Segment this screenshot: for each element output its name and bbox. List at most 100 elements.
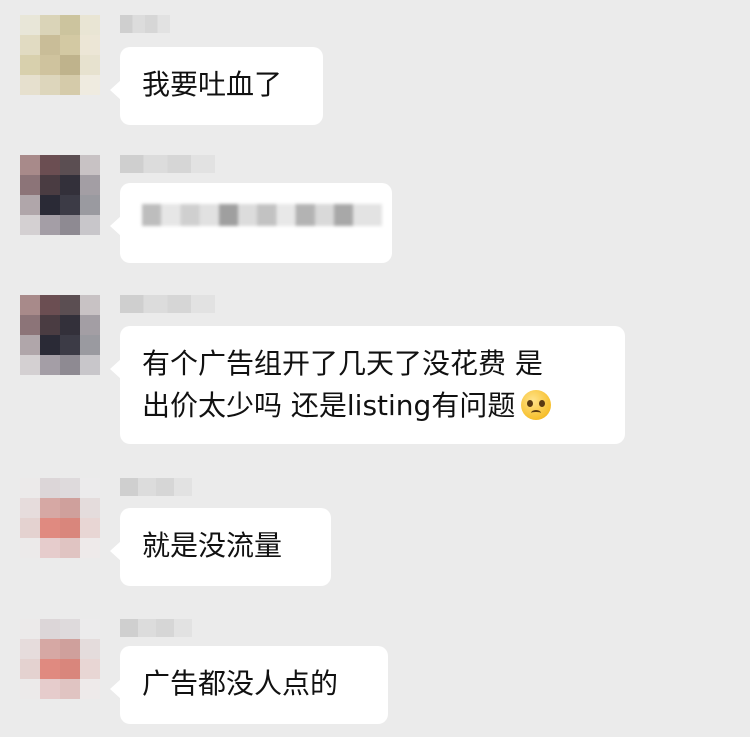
avatar-pixel [60,518,80,538]
avatar-pixel [40,619,60,639]
avatar-pixel [20,659,40,679]
avatar[interactable] [20,295,100,375]
avatar-pixel [80,659,100,679]
avatar-pixel [20,335,40,355]
message-text-line-1: 有个广告组开了几天了没花费 是 [142,347,543,380]
avatar-pixel [20,195,40,215]
avatar-pixel [60,75,80,95]
avatar-pixel [60,355,80,375]
message-bubble[interactable] [110,183,392,263]
avatar-pixel [60,195,80,215]
message-text-line-2-text: 出价太少吗 还是listing有问题 [142,389,516,422]
avatar-pixel [60,175,80,195]
avatar-pixel [60,335,80,355]
avatar[interactable] [20,478,100,558]
avatar-pixel [60,619,80,639]
sender-name-blurred [120,619,192,637]
sender-name-blurred [120,478,192,496]
message-bubble[interactable]: 广告都没人点的 [110,646,388,724]
avatar-pixel [20,498,40,518]
message-bubble[interactable]: 我要吐血了 [110,47,323,125]
avatar-pixel [20,518,40,538]
sender-name-blurred [120,15,170,33]
avatar-pixel [20,215,40,235]
avatar-pixel [80,679,100,699]
message-bubble[interactable]: 有个广告组开了几天了没花费 是 出价太少吗 还是listing有问题 [110,326,625,444]
avatar-pixel [20,175,40,195]
pleading-face-emoji-icon [521,390,552,420]
avatar-pixel [60,55,80,75]
avatar-pixel [20,35,40,55]
avatar-pixel [80,295,100,315]
avatar-pixel [60,498,80,518]
message-text-line-2: 出价太少吗 还是listing有问题 [142,385,603,427]
avatar-pixel [40,15,60,35]
avatar-pixel [40,639,60,659]
avatar-pixel [80,478,100,498]
avatar-pixel [40,195,60,215]
avatar-pixel [20,15,40,35]
avatar-pixel [60,639,80,659]
avatar-pixel [20,295,40,315]
avatar-pixel [80,538,100,558]
avatar-pixel [80,195,100,215]
avatar-pixel [20,315,40,335]
avatar-pixel [40,295,60,315]
avatar-pixel [80,335,100,355]
avatar-pixel [40,175,60,195]
avatar-pixel [20,478,40,498]
avatar-pixel [40,498,60,518]
avatar-pixel [80,355,100,375]
avatar[interactable] [20,155,100,235]
avatar-pixel [60,215,80,235]
avatar-pixel [80,498,100,518]
avatar-pixel [40,538,60,558]
avatar-pixel [60,679,80,699]
avatar-pixel [60,478,80,498]
avatar-pixel [40,155,60,175]
avatar[interactable] [20,15,100,95]
avatar-pixel [40,679,60,699]
avatar-pixel [40,478,60,498]
avatar-pixel [80,35,100,55]
avatar-pixel [40,315,60,335]
avatar-pixel [60,155,80,175]
message-text: 就是没流量 [142,529,283,562]
avatar-pixel [20,155,40,175]
avatar-pixel [20,55,40,75]
avatar-pixel [60,538,80,558]
avatar-pixel [20,75,40,95]
avatar-pixel [60,295,80,315]
avatar-pixel [80,75,100,95]
message-bubble[interactable]: 就是没流量 [110,508,331,586]
avatar-pixel [80,155,100,175]
avatar-pixel [40,518,60,538]
avatar-pixel [20,355,40,375]
avatar-pixel [20,538,40,558]
avatar-pixel [80,619,100,639]
avatar-pixel [40,55,60,75]
avatar-pixel [60,315,80,335]
avatar-pixel [60,659,80,679]
avatar-pixel [40,75,60,95]
avatar-pixel [40,659,60,679]
avatar-pixel [80,639,100,659]
avatar-pixel [80,15,100,35]
sender-name-blurred [120,295,215,313]
avatar-pixel [20,679,40,699]
avatar[interactable] [20,619,100,699]
avatar-pixel [40,35,60,55]
message-text: 我要吐血了 [142,68,283,101]
message-text: 广告都没人点的 [142,667,339,700]
avatar-pixel [80,315,100,335]
avatar-pixel [40,215,60,235]
sender-name-blurred [120,155,215,173]
avatar-pixel [80,215,100,235]
message-text-blurred [142,204,382,226]
avatar-pixel [40,335,60,355]
avatar-pixel [40,355,60,375]
avatar-pixel [20,619,40,639]
avatar-pixel [60,35,80,55]
avatar-pixel [60,15,80,35]
avatar-pixel [80,175,100,195]
